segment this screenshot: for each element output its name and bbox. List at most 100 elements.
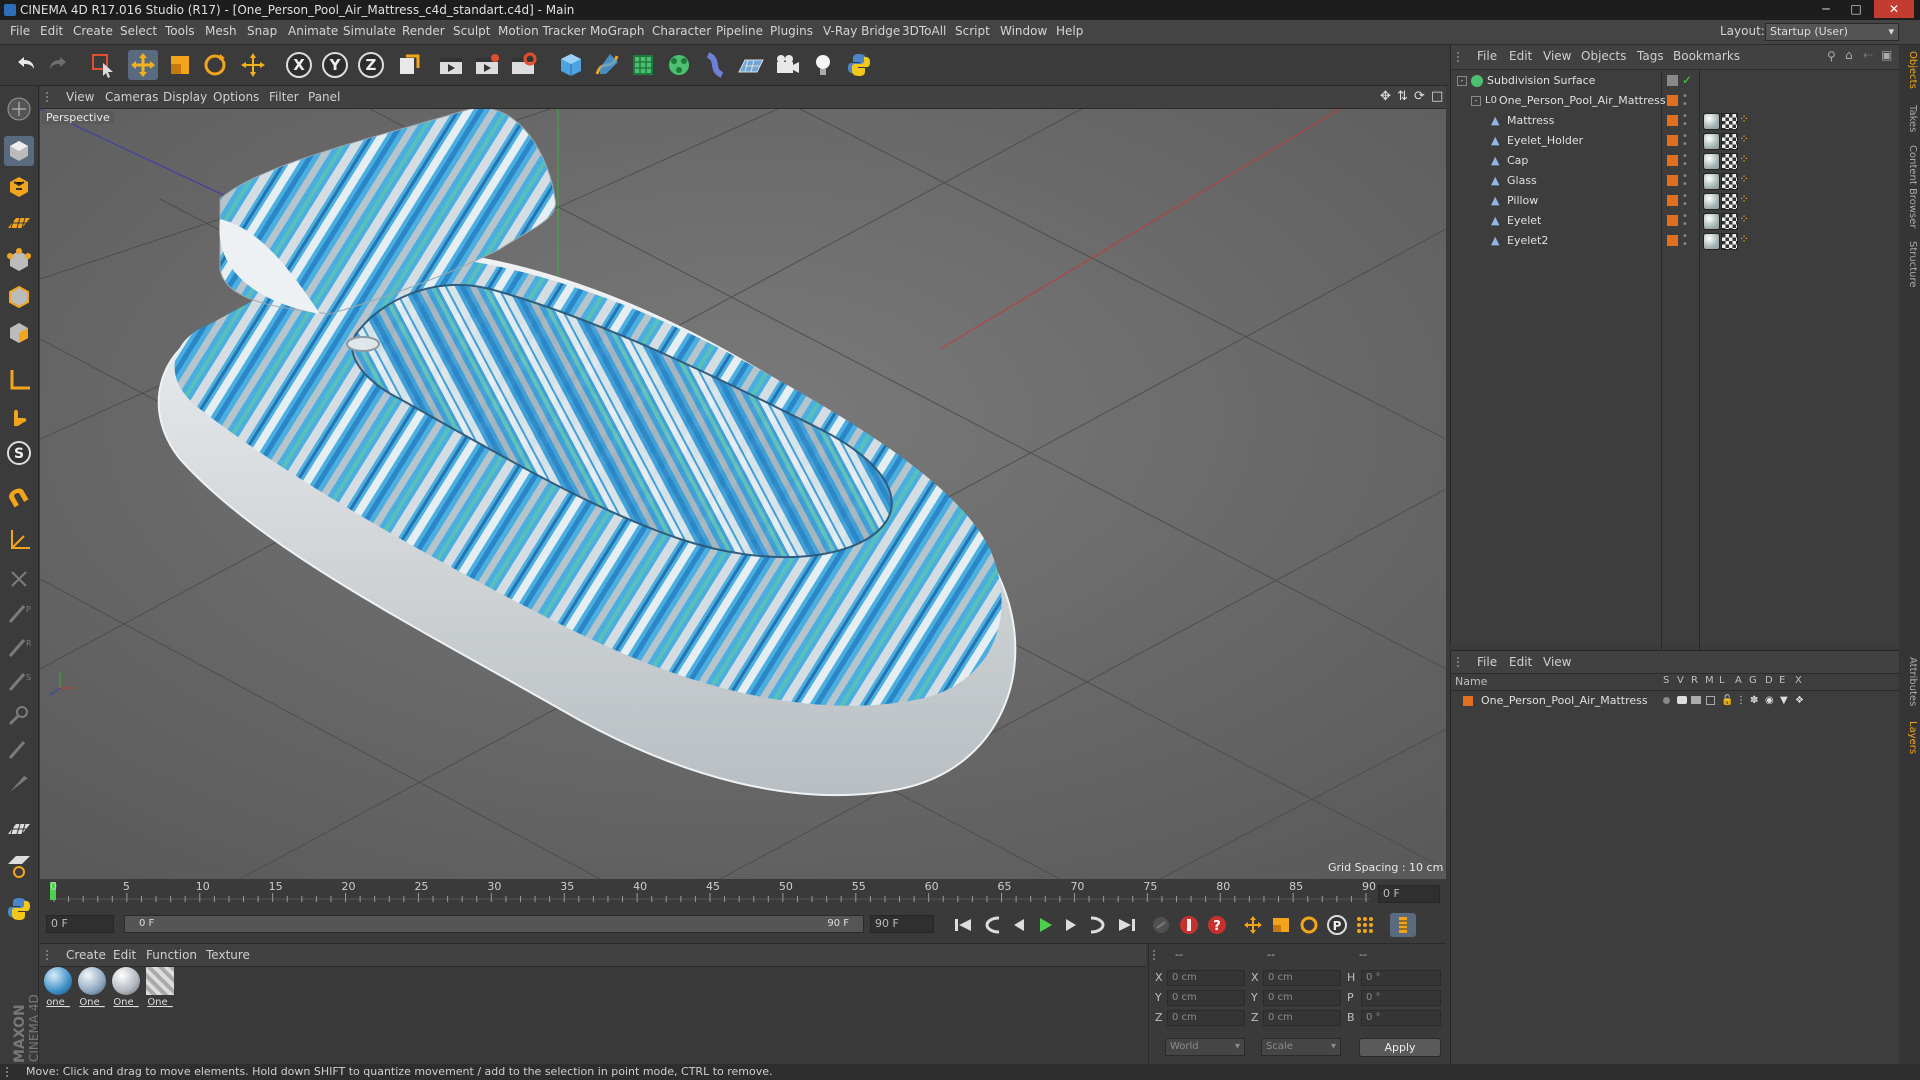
- menu-character[interactable]: Character: [652, 24, 711, 38]
- python-icon[interactable]: [844, 50, 874, 80]
- uvw-tag-icon[interactable]: [1721, 133, 1738, 150]
- material-tag-icon[interactable]: [1703, 113, 1720, 130]
- next-key-icon[interactable]: [1084, 913, 1110, 937]
- model-mode-icon[interactable]: [4, 136, 34, 166]
- material-menu-create[interactable]: Create: [66, 948, 106, 962]
- edit-render-settings-icon[interactable]: [508, 50, 538, 80]
- visible-toggle-icon[interactable]: [1677, 696, 1687, 704]
- uvw-tag-icon[interactable]: [1721, 173, 1738, 190]
- uvw-tag-icon[interactable]: [1721, 113, 1738, 130]
- uvw-tag-icon[interactable]: [1721, 153, 1738, 170]
- perspective-viewport[interactable]: Perspective Grid Spacing : 10 cm: [40, 109, 1446, 879]
- tab-content-browser[interactable]: Content Browser: [1901, 145, 1918, 228]
- end-frame-field[interactable]: 90 F: [870, 915, 934, 933]
- brush-icon[interactable]: [4, 700, 34, 730]
- menu-script[interactable]: Script: [955, 24, 990, 38]
- coordinate-system-icon[interactable]: [394, 50, 424, 80]
- new-window-icon[interactable]: ▣: [1881, 48, 1892, 62]
- close-icon[interactable]: ✕: [1874, 0, 1914, 18]
- timeline-layout-icon[interactable]: [1390, 913, 1416, 937]
- go-to-end-icon[interactable]: [1114, 913, 1140, 937]
- size-x-field[interactable]: 0 cm: [1263, 970, 1341, 986]
- menu-snap[interactable]: Snap: [247, 24, 277, 38]
- material-menu-texture[interactable]: Texture: [206, 948, 250, 962]
- deformers-toggle-icon[interactable]: ◉: [1765, 695, 1774, 706]
- uvw-tag-icon[interactable]: [1721, 193, 1738, 210]
- tab-takes[interactable]: Takes: [1901, 105, 1918, 132]
- viewport-maximize-icon[interactable]: □: [1431, 89, 1443, 104]
- om-menu-file[interactable]: File: [1477, 49, 1497, 63]
- visibility-dots-icon[interactable]: • •: [1682, 172, 1688, 190]
- magnet-icon[interactable]: [4, 484, 34, 514]
- phong-tag-icon[interactable]: ⁘: [1739, 212, 1749, 226]
- visibility-dots-icon[interactable]: • •: [1682, 232, 1688, 250]
- enabled-check-icon[interactable]: ✓: [1682, 73, 1692, 87]
- phong-tag-icon[interactable]: ⁘: [1739, 192, 1749, 206]
- workplane-axis-icon[interactable]: [4, 526, 34, 556]
- size-mode-select[interactable]: Scale ▾: [1261, 1038, 1341, 1056]
- make-editable-icon[interactable]: [4, 94, 34, 124]
- panel-grip-icon[interactable]: [46, 950, 56, 960]
- z-axis-icon[interactable]: Z: [356, 50, 386, 80]
- layer-row[interactable]: One_Person_Pool_Air_Mattress 🔓 ⋮ ✽ ◉ ▼ ❖: [1451, 692, 1899, 710]
- material-swatch[interactable]: One_: [145, 967, 175, 1008]
- collapse-icon[interactable]: -: [1457, 76, 1467, 86]
- menu-3dtoall[interactable]: 3DToAll: [902, 24, 946, 38]
- polygons-mode-icon[interactable]: [4, 318, 34, 348]
- quantize-icon[interactable]: [4, 564, 34, 594]
- layout-select[interactable]: Startup (User) ▾: [1765, 23, 1899, 41]
- material-menu-edit[interactable]: Edit: [113, 948, 136, 962]
- autokey-icon[interactable]: ?: [1204, 913, 1230, 937]
- previous-key-icon[interactable]: [980, 913, 1006, 937]
- position-z-field[interactable]: 0 cm: [1167, 1010, 1245, 1026]
- material-tag-icon[interactable]: [1703, 193, 1720, 210]
- live-selection-icon[interactable]: [88, 50, 118, 80]
- panel-grip-icon[interactable]: [1457, 52, 1467, 62]
- om-menu-edit[interactable]: Edit: [1509, 49, 1532, 63]
- brush-s-icon[interactable]: S: [4, 666, 34, 696]
- menu-mesh[interactable]: Mesh: [205, 24, 237, 38]
- previous-frame-icon[interactable]: [1006, 913, 1032, 937]
- menu-file[interactable]: File: [10, 24, 30, 38]
- menu-window[interactable]: Window: [1000, 24, 1047, 38]
- menu-vray-bridge[interactable]: V-Ray Bridge: [823, 24, 900, 38]
- om-menu-bookmarks[interactable]: Bookmarks: [1673, 49, 1740, 63]
- lm-menu-file[interactable]: File: [1477, 655, 1497, 669]
- axis-mode-icon[interactable]: [4, 366, 34, 396]
- menu-render[interactable]: Render: [402, 24, 445, 38]
- menu-pipeline[interactable]: Pipeline: [716, 24, 763, 38]
- object-row-cap[interactable]: ▲ Cap • • ⁘: [1451, 151, 1899, 171]
- snap-icon[interactable]: S: [4, 438, 34, 468]
- phong-tag-icon[interactable]: ⁘: [1739, 132, 1749, 146]
- move-icon[interactable]: [128, 50, 158, 80]
- om-menu-tags[interactable]: Tags: [1637, 49, 1664, 63]
- menu-help[interactable]: Help: [1056, 24, 1083, 38]
- manager-toggle-icon[interactable]: [1706, 696, 1715, 705]
- viewport-menu-display[interactable]: Display: [163, 90, 207, 104]
- panel-grip-icon[interactable]: [1153, 950, 1163, 960]
- smooth-icon[interactable]: [4, 734, 34, 764]
- y-axis-icon[interactable]: Y: [320, 50, 350, 80]
- solo-toggle-icon[interactable]: [1663, 697, 1670, 704]
- start-frame-field[interactable]: 0 F: [46, 915, 114, 933]
- material-swatch[interactable]: One_: [111, 967, 141, 1008]
- edges-mode-icon[interactable]: [4, 282, 34, 312]
- deformer-icon[interactable]: [700, 50, 730, 80]
- layer-color-icon[interactable]: [1667, 215, 1678, 226]
- scale-icon[interactable]: [165, 50, 195, 80]
- search-icon[interactable]: ⚲: [1827, 49, 1836, 63]
- timeline-ruler[interactable]: 0 5 10 15 20 25 30 35 40 45 50 55 60 65 70 75 80 85 90 0 F: [40, 880, 1446, 906]
- key-rotation-icon[interactable]: [1296, 913, 1322, 937]
- layer-color-icon[interactable]: [1667, 235, 1678, 246]
- object-row-eyelet-holder[interactable]: ▲ Eyelet_Holder • • ⁘: [1451, 131, 1899, 151]
- panel-grip-icon[interactable]: [1457, 657, 1467, 667]
- material-tag-icon[interactable]: [1703, 153, 1720, 170]
- om-menu-objects[interactable]: Objects: [1581, 49, 1626, 63]
- coordinate-space-select[interactable]: World ▾: [1165, 1038, 1245, 1056]
- layer-color-icon[interactable]: [1667, 195, 1678, 206]
- apply-button[interactable]: Apply: [1359, 1038, 1441, 1057]
- menu-tools[interactable]: Tools: [165, 24, 195, 38]
- viewport-menu-options[interactable]: Options: [213, 90, 259, 104]
- viewport-rotate-icon[interactable]: ⟳: [1414, 89, 1425, 104]
- visibility-dots-icon[interactable]: • •: [1682, 112, 1688, 130]
